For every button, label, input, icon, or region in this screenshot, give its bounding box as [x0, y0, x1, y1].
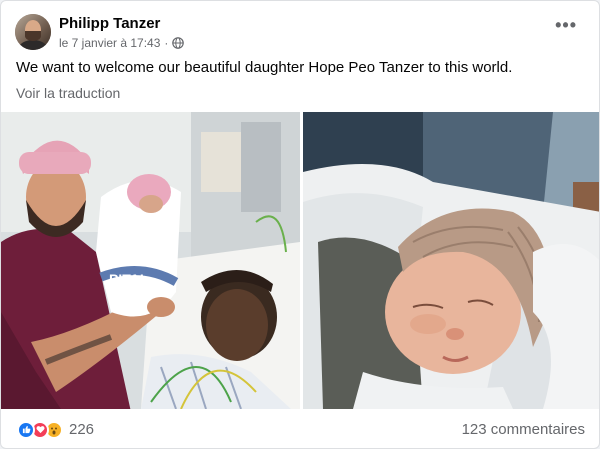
blanket-text: PITAL	[109, 271, 149, 287]
comments-count-link[interactable]: 123 commentaires	[462, 421, 585, 438]
post-card: Philipp Tanzer le 7 janvier à 17:43 · ••…	[0, 0, 600, 449]
globe-icon[interactable]	[172, 36, 185, 49]
like-icon	[17, 420, 35, 439]
more-options-button[interactable]: •••	[555, 16, 577, 34]
reaction-icons	[17, 420, 63, 439]
reactions-count[interactable]: 226	[69, 421, 94, 438]
post-text: We want to welcome our beautiful daughte…	[16, 59, 513, 76]
see-translation-link[interactable]: Voir la traduction	[16, 85, 120, 102]
photo-grid: PITAL	[1, 112, 599, 409]
reactions-summary[interactable]: 226	[17, 420, 94, 439]
post-header: Philipp Tanzer le 7 janvier à 17:43 ·	[15, 14, 185, 50]
avatar[interactable]	[15, 14, 51, 50]
photo-family-hospital[interactable]: PITAL	[1, 112, 300, 409]
photo-newborn-knit-hat[interactable]	[303, 112, 599, 409]
post-meta: Philipp Tanzer le 7 janvier à 17:43 ·	[59, 15, 185, 50]
separator-dot: ·	[164, 35, 169, 50]
post-footer: 226 123 commentaires	[1, 409, 599, 448]
author-name[interactable]: Philipp Tanzer	[59, 15, 184, 33]
post-timestamp[interactable]: le 7 janvier à 17:43	[59, 36, 160, 50]
post-subline: le 7 janvier à 17:43 ·	[59, 35, 185, 50]
